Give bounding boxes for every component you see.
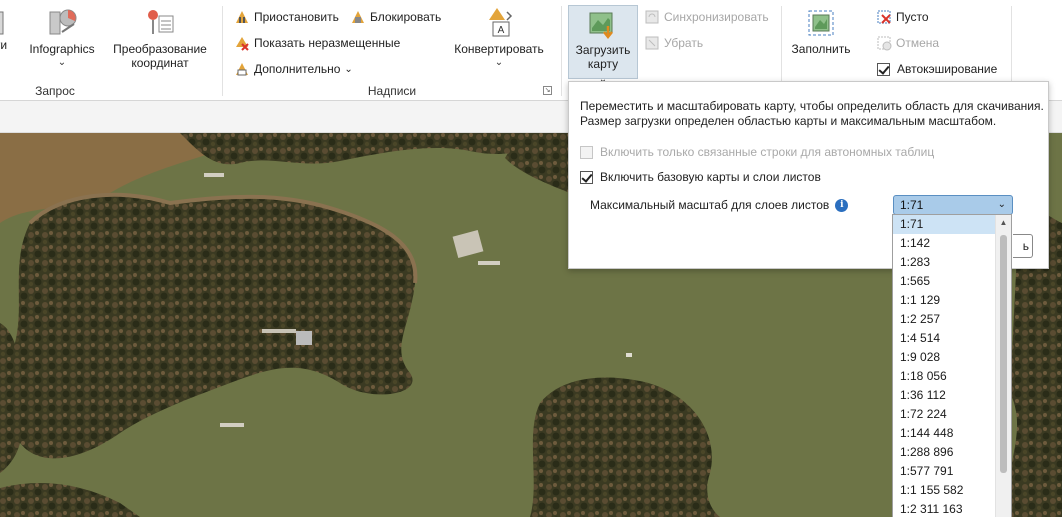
fill-button[interactable]: Заполнить xyxy=(786,8,856,56)
scale-option[interactable]: 1:9 028 xyxy=(893,348,996,367)
infographics-icon xyxy=(49,9,77,35)
max-scale-row: Максимальный масштаб для слоев листов i xyxy=(590,198,849,212)
query-group-title: Запрос xyxy=(35,84,75,98)
more-labels-icon xyxy=(236,63,248,76)
empty-cache-label: Пусто xyxy=(896,10,929,24)
panel-description: Переместить и масштабировать карту, чтоб… xyxy=(580,99,1044,128)
partial-tool-label: ти xyxy=(0,38,8,52)
ribbon-group-query: ти Infographics ⌄ Преобразование координ… xyxy=(0,0,222,101)
svg-text:A: A xyxy=(498,25,505,36)
scale-option[interactable]: 1:36 112 xyxy=(893,386,996,405)
sync-label: Синхронизировать xyxy=(664,10,769,24)
group-launcher-icon[interactable]: ↘ xyxy=(543,86,552,95)
convert-labels-button[interactable]: A Конвертировать ⌄ xyxy=(449,6,549,68)
max-scale-select[interactable]: 1:71 ⌄ xyxy=(893,195,1013,215)
load-map-button[interactable]: Загрузить карту ⌄ xyxy=(568,5,638,85)
scale-option[interactable]: 1:565 xyxy=(893,272,996,291)
download-map-icon xyxy=(589,12,613,40)
fill-label: Заполнить xyxy=(791,42,851,56)
related-rows-checkbox[interactable]: Включить только связанные строки для авт… xyxy=(580,143,934,161)
scale-option[interactable]: 1:142 xyxy=(893,234,996,253)
empty-cache-button[interactable]: Пусто xyxy=(876,7,929,27)
ribbon-group-labels: Приостановить Блокировать Показать нераз… xyxy=(223,0,561,101)
basemap-checkbox[interactable]: Включить базовую карты и слои листов xyxy=(580,168,821,186)
scale-dropdown-items: 1:71 1:142 1:283 1:565 1:1 129 1:2 257 1:4 514… xyxy=(893,215,1011,517)
max-scale-value: 1:71 xyxy=(900,198,924,212)
chevron-down-icon: ⌄ xyxy=(57,57,67,68)
scale-dropdown-list[interactable]: 1:71 1:142 1:283 1:565 1:1 129 1:2 257 1:4 514… xyxy=(892,214,1012,517)
convert-labels-icon: A xyxy=(489,8,513,37)
pause-labels-button[interactable]: Приостановить xyxy=(234,7,339,27)
scale-option[interactable]: 1:2 257 xyxy=(893,310,996,329)
scale-option[interactable]: 1:71 xyxy=(893,215,996,234)
fill-cache-icon xyxy=(808,10,834,36)
info-icon[interactable]: i xyxy=(835,198,849,212)
convert-coordinates-button[interactable]: Преобразование координат xyxy=(110,6,210,70)
scale-option[interactable]: 1:283 xyxy=(893,253,996,272)
sync-icon xyxy=(645,10,659,24)
empty-cache-icon xyxy=(877,10,891,24)
remove-button[interactable]: Убрать xyxy=(644,33,703,53)
load-map-label: Загрузить карту xyxy=(575,43,631,71)
scale-option[interactable]: 1:1 129 xyxy=(893,291,996,310)
cancel-cache-icon xyxy=(877,36,892,51)
pause-labels-label: Приостановить xyxy=(254,10,339,24)
scale-option[interactable]: 1:18 056 xyxy=(893,367,996,386)
checkbox-icon[interactable] xyxy=(580,145,593,159)
remove-map-icon xyxy=(645,36,659,50)
basemap-label: Включить базовую карты и слои листов xyxy=(600,170,821,184)
show-unplaced-button[interactable]: Показать неразмещенные xyxy=(234,33,400,53)
infographics-button[interactable]: Infographics ⌄ xyxy=(24,6,100,68)
max-scale-label: Максимальный масштаб для слоев листов xyxy=(590,198,830,212)
panel-action-button-label: ь xyxy=(1022,239,1029,253)
scale-option[interactable]: 1:1 155 582 xyxy=(893,481,996,500)
scale-option[interactable]: 1:288 896 xyxy=(893,443,996,462)
lock-icon xyxy=(352,11,364,23)
dropdown-scrollbar[interactable]: ▲ xyxy=(995,215,1011,517)
scrollbar-thumb[interactable] xyxy=(1000,235,1007,473)
convert-coordinates-icon xyxy=(148,10,174,34)
lock-labels-button[interactable]: Блокировать xyxy=(350,7,441,27)
checkbox-checked-icon[interactable] xyxy=(580,170,593,184)
more-labels-button[interactable]: Дополнительно ⌄ xyxy=(234,59,353,79)
cancel-cache-label: Отмена xyxy=(896,36,940,50)
sync-button[interactable]: Синхронизировать xyxy=(644,7,769,27)
scale-option[interactable]: 1:577 791 xyxy=(893,462,996,481)
infographics-label: Infographics xyxy=(29,42,95,56)
cancel-cache-button[interactable]: Отмена xyxy=(876,33,939,53)
scale-option[interactable]: 1:2 311 163 xyxy=(893,500,996,517)
remove-label: Убрать xyxy=(664,36,704,50)
ribbon-separator xyxy=(561,6,562,96)
partial-tool-button[interactable]: ти xyxy=(0,8,16,54)
scale-option[interactable]: 1:144 448 xyxy=(893,424,996,443)
scale-option[interactable]: 1:72 224 xyxy=(893,405,996,424)
tool-icon xyxy=(0,11,4,35)
panel-action-button[interactable]: ь xyxy=(1013,234,1033,258)
related-rows-label: Включить только связанные строки для авт… xyxy=(600,145,935,159)
convert-coordinates-label: Преобразование координат xyxy=(113,42,207,70)
chevron-down-icon: ⌄ xyxy=(494,57,504,68)
show-unplaced-label: Показать неразмещенные xyxy=(254,36,401,50)
chevron-down-icon: ⌄ xyxy=(344,63,353,75)
pause-icon xyxy=(236,11,248,23)
convert-labels-label: Конвертировать xyxy=(454,42,544,56)
chevron-down-icon: ⌄ xyxy=(997,199,1006,210)
more-labels-label: Дополнительно xyxy=(254,62,341,76)
autocache-label: Автокэширование xyxy=(897,62,998,76)
autocache-check-icon[interactable] xyxy=(877,62,890,76)
scale-option[interactable]: 1:4 514 xyxy=(893,329,996,348)
scroll-up-icon[interactable]: ▲ xyxy=(996,218,1011,227)
labels-group-title: Надписи xyxy=(367,84,417,98)
unplaced-labels-icon xyxy=(236,37,249,51)
autocache-checkbox[interactable]: Автокэширование xyxy=(877,59,997,79)
lock-labels-label: Блокировать xyxy=(370,10,442,24)
